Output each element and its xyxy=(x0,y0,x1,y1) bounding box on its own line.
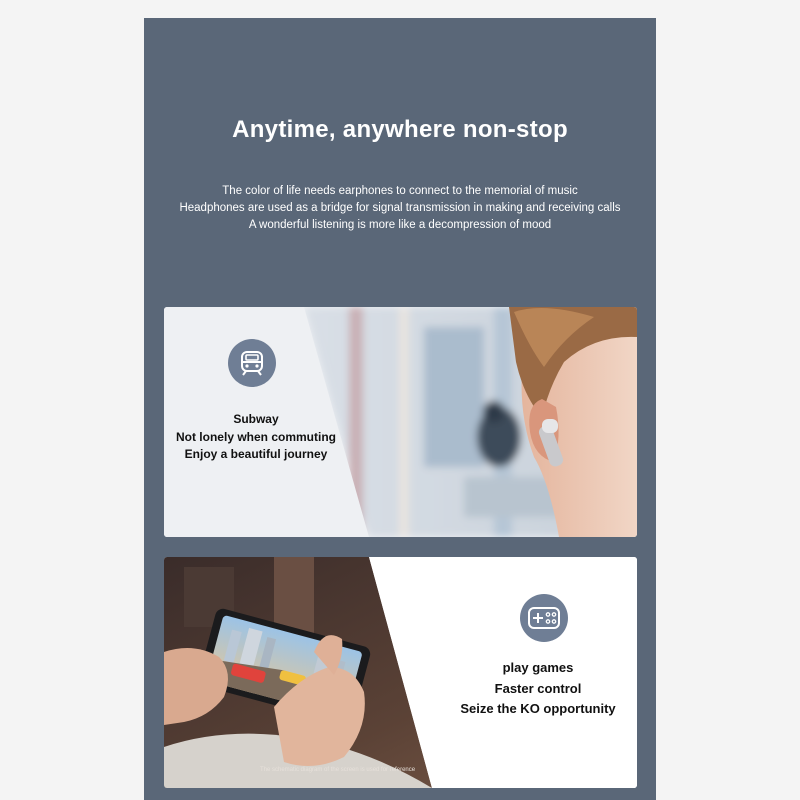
gamepad-icon-badge xyxy=(520,594,568,642)
caption-line: Enjoy a beautiful journey xyxy=(184,447,328,461)
headline: Anytime, anywhere non-stop xyxy=(232,116,568,143)
gamepad-icon xyxy=(528,607,560,629)
games-card: The schematic diagram of the screen is u… xyxy=(164,557,637,788)
subway-caption: Subway Not lonely when commuting Enjoy a… xyxy=(164,411,348,464)
subway-icon-badge xyxy=(228,339,276,387)
description-line: The color of life needs earphones to con… xyxy=(222,185,578,197)
description-line: Headphones are used as a bridge for sign… xyxy=(179,202,621,214)
subway-card: Subway Not lonely when commuting Enjoy a… xyxy=(164,307,637,537)
description-line: A wonderful listening is more like a dec… xyxy=(248,219,552,231)
caption-line: play games xyxy=(502,660,574,675)
description: The color of life needs earphones to con… xyxy=(144,183,656,234)
games-caption: play games Faster control Seize the KO o… xyxy=(444,658,632,720)
caption-line: Faster control xyxy=(494,680,582,696)
screen-disclaimer: The schematic diagram of the screen is u… xyxy=(260,767,416,773)
caption-line: Subway xyxy=(233,412,279,426)
promo-panel: Anytime, anywhere non-stop The color of … xyxy=(144,18,656,800)
caption-line: Not lonely when commuting xyxy=(175,429,336,444)
subway-icon xyxy=(241,351,263,376)
caption-line: Seize the KO opportunity xyxy=(460,701,616,716)
